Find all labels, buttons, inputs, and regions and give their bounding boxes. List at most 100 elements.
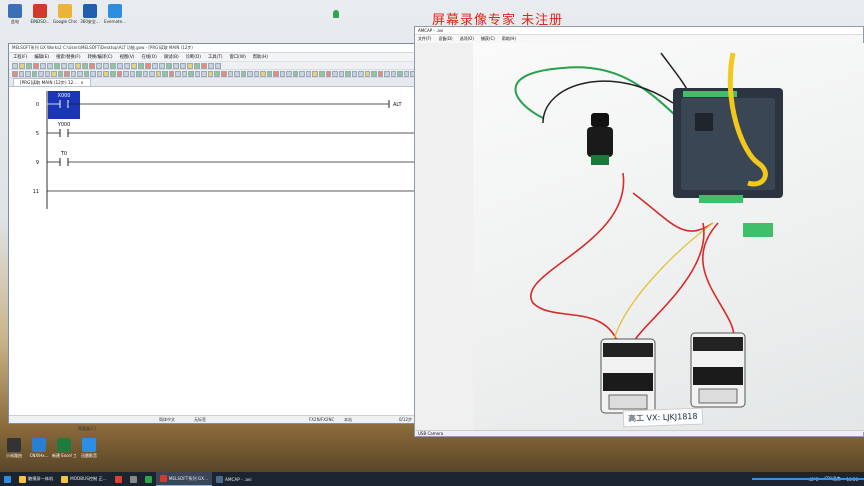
- toolbar-button[interactable]: [247, 70, 253, 77]
- toolbar-button[interactable]: [155, 70, 162, 77]
- menu-item[interactable]: 窗口(W): [230, 54, 246, 60]
- desktop-icon[interactable]: 新建 Excel 工作表: [52, 438, 76, 459]
- toolbar-button[interactable]: [332, 70, 338, 77]
- amcap-menu-item[interactable]: 选项(O): [460, 36, 474, 42]
- toolbar-button[interactable]: [260, 70, 266, 77]
- toolbar-button[interactable]: [397, 70, 403, 77]
- toolbar-button[interactable]: [26, 62, 32, 69]
- toolbar-button[interactable]: [12, 70, 18, 77]
- toolbar-button[interactable]: [57, 70, 64, 77]
- ladder-editor[interactable]: 0X000ALTY0005Y000T0K159T0Y00111END: [9, 87, 471, 408]
- toolbar-button[interactable]: [31, 70, 38, 77]
- toolbar-button[interactable]: [240, 70, 247, 77]
- menu-item[interactable]: 视图(V): [120, 54, 135, 60]
- toolbar-button[interactable]: [371, 70, 377, 77]
- toolbar-button[interactable]: [75, 62, 81, 69]
- close-tab-icon[interactable]: ×: [80, 80, 84, 85]
- toolbar-button[interactable]: [292, 70, 299, 77]
- toolbar-button[interactable]: [103, 62, 109, 69]
- taskbar-item[interactable]: AMCAP - .avi: [212, 472, 256, 486]
- toolbar-button[interactable]: [51, 70, 57, 77]
- toolbar-button[interactable]: [129, 70, 136, 77]
- toolbar-button[interactable]: [312, 70, 318, 77]
- toolbar-button[interactable]: [364, 70, 371, 77]
- toolbar-button[interactable]: [338, 70, 345, 77]
- toolbar-button[interactable]: [70, 70, 77, 77]
- toolbar-button[interactable]: [384, 70, 390, 77]
- toolbar-button[interactable]: [305, 70, 312, 77]
- menu-item[interactable]: 帮助(H): [253, 54, 268, 60]
- ladder-diagram[interactable]: 0X000ALTY0005Y000T0K159T0Y00111END: [9, 87, 466, 408]
- amcap-menu-item[interactable]: 帮助(H): [502, 36, 516, 42]
- toolbar-button[interactable]: [299, 70, 305, 77]
- toolbar-button[interactable]: [180, 62, 186, 69]
- toolbar-button[interactable]: [208, 62, 214, 69]
- desktop-icon[interactable]: Google Chrome: [53, 4, 77, 24]
- menu-item[interactable]: 转换/编译(C): [88, 54, 113, 60]
- amcap-menu-item[interactable]: 设备(D): [438, 36, 452, 42]
- toolbar-button[interactable]: [227, 70, 234, 77]
- toolbar-button[interactable]: [207, 70, 214, 77]
- toolbar-button[interactable]: [109, 70, 116, 77]
- taskbar-item[interactable]: [126, 472, 141, 486]
- toolbar-button[interactable]: [215, 62, 221, 69]
- taskbar-item[interactable]: 触摸屏一体机: [15, 472, 57, 486]
- toolbar-button[interactable]: [273, 70, 279, 77]
- toolbar-button[interactable]: [117, 62, 123, 69]
- toolbar-button[interactable]: [168, 70, 175, 77]
- toolbar-button[interactable]: [358, 70, 364, 77]
- toolbar-button[interactable]: [325, 70, 332, 77]
- toolbar-button[interactable]: [89, 62, 95, 69]
- start-button[interactable]: [0, 472, 15, 486]
- toolbar-button[interactable]: [61, 62, 67, 69]
- toolbar-button[interactable]: [116, 70, 123, 77]
- tab-main-program[interactable]: [PRG]读取 MAIN (12步) 12... ×: [13, 78, 91, 86]
- toolbar-button[interactable]: [82, 62, 88, 69]
- toolbar-button[interactable]: [44, 70, 51, 77]
- toolbar-button[interactable]: [390, 70, 397, 77]
- toolbar-button[interactable]: [173, 62, 179, 69]
- toolbar-button[interactable]: [149, 70, 155, 77]
- toolbar-button[interactable]: [90, 70, 96, 77]
- toolbar-button[interactable]: [279, 70, 286, 77]
- toolbar-button[interactable]: [188, 70, 194, 77]
- toolbar-button[interactable]: [181, 70, 188, 77]
- toolbar-button[interactable]: [124, 62, 130, 69]
- toolbar-button[interactable]: [25, 70, 31, 77]
- toolbar-button[interactable]: [47, 62, 53, 69]
- toolbar-button[interactable]: [96, 70, 103, 77]
- toolbar-button[interactable]: [201, 70, 207, 77]
- toolbar-button[interactable]: [18, 70, 25, 77]
- toolbar-button[interactable]: [142, 70, 149, 77]
- toolbar-button[interactable]: [162, 70, 168, 77]
- desktop-icon[interactable]: 此电: [3, 4, 27, 25]
- toolbar-button[interactable]: [194, 70, 201, 77]
- taskbar-item[interactable]: [141, 472, 156, 486]
- toolbar-button[interactable]: [54, 62, 60, 69]
- instruction-name[interactable]: ALT: [393, 102, 403, 108]
- toolbar-button[interactable]: [136, 70, 142, 77]
- toolbar-button[interactable]: [351, 70, 358, 77]
- menu-item[interactable]: 诊断(D): [186, 54, 201, 60]
- toolbar-button[interactable]: [123, 70, 129, 77]
- toolbar-button[interactable]: [221, 70, 227, 77]
- toolbar-button[interactable]: [145, 62, 151, 69]
- toolbar-button[interactable]: [68, 62, 74, 69]
- toolbar-button[interactable]: [166, 62, 172, 69]
- taskbar-item[interactable]: [111, 472, 126, 486]
- toolbar-button[interactable]: [83, 70, 90, 77]
- toolbar-button[interactable]: [110, 62, 116, 69]
- menu-item[interactable]: 工具(T): [208, 54, 223, 60]
- toolbar-button[interactable]: [77, 70, 83, 77]
- toolbar-button[interactable]: [403, 70, 410, 77]
- toolbar-button[interactable]: [234, 70, 240, 77]
- toolbar-button[interactable]: [131, 62, 137, 69]
- toolbar-button[interactable]: [318, 70, 325, 77]
- toolbar-button[interactable]: [38, 70, 44, 77]
- toolbar-button[interactable]: [159, 62, 165, 69]
- toolbar-button[interactable]: [175, 70, 181, 77]
- amcap-menu-item[interactable]: 捕获(C): [481, 36, 495, 42]
- toolbar-button[interactable]: [286, 70, 292, 77]
- menu-item[interactable]: 工程(F): [13, 54, 27, 60]
- toolbar-button[interactable]: [19, 62, 25, 69]
